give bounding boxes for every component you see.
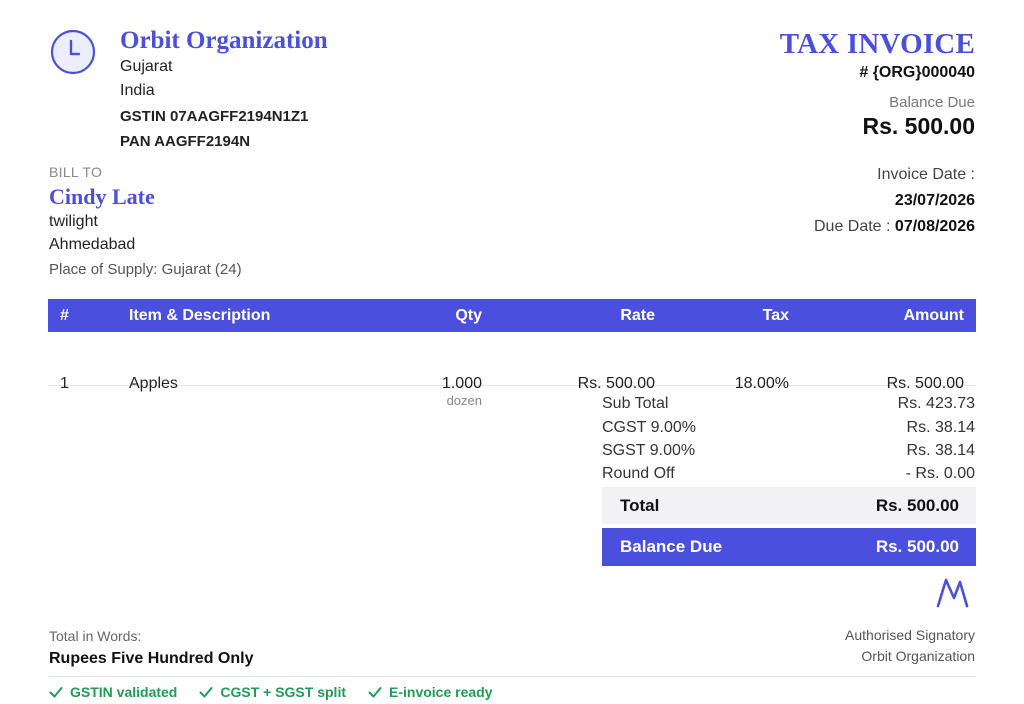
col-item: Item & Description bbox=[129, 307, 271, 324]
checkmark-icon bbox=[368, 687, 382, 698]
check-gst-split: CGST + SGST split bbox=[199, 684, 346, 700]
org-pan: PAN AAGFF2194N bbox=[120, 133, 251, 150]
subtotal-label: Sub Total bbox=[602, 395, 669, 412]
sgst-label: SGST 9.00% bbox=[602, 442, 696, 459]
clock-icon bbox=[50, 29, 96, 75]
place-of-supply: Place of Supply: Gujarat (24) bbox=[49, 261, 242, 278]
row-amount: Rs. 500.00 bbox=[886, 375, 964, 392]
total-in-words-label: Total in Words: bbox=[49, 628, 142, 644]
customer-line2: Ahmedabad bbox=[49, 236, 136, 253]
due-date-line: Due Date : 07/08/2026 bbox=[814, 218, 975, 236]
col-rate: Rate bbox=[620, 307, 655, 324]
row-tax: 18.00% bbox=[734, 375, 789, 392]
invoice-title: TAX INVOICE bbox=[779, 28, 975, 60]
col-num: # bbox=[60, 307, 69, 324]
invoice-date-label: Invoice Date : bbox=[877, 166, 975, 183]
row-unit: dozen bbox=[446, 393, 482, 408]
row-qty: 1.000 bbox=[441, 375, 482, 392]
org-country: India bbox=[120, 82, 155, 99]
roundoff-value: - Rs. 0.00 bbox=[905, 465, 975, 482]
sgst-value: Rs. 38.14 bbox=[906, 442, 975, 459]
total-row: Total Rs. 500.00 bbox=[602, 487, 976, 524]
row-num: 1 bbox=[60, 375, 69, 392]
checkmark-icon bbox=[199, 687, 213, 698]
check-label: GSTIN validated bbox=[70, 684, 178, 700]
row-rate: Rs. 500.00 bbox=[577, 375, 655, 392]
signature-icon bbox=[936, 578, 969, 608]
balance-due-label: Balance Due bbox=[889, 94, 975, 111]
org-name: Orbit Organization bbox=[120, 27, 328, 54]
signatory-org: Orbit Organization bbox=[861, 648, 975, 664]
col-amount: Amount bbox=[903, 307, 964, 324]
check-einvoice: E-invoice ready bbox=[368, 684, 493, 700]
total-label: Total bbox=[620, 496, 660, 515]
footer-divider bbox=[49, 676, 976, 677]
invoice-number: # {ORG}000040 bbox=[859, 64, 975, 81]
table-row: 1 Apples 1.000 dozen Rs. 500.00 18.00% R… bbox=[48, 332, 976, 408]
col-tax: Tax bbox=[762, 307, 789, 324]
check-gstin: GSTIN validated bbox=[49, 684, 177, 700]
check-label: E-invoice ready bbox=[389, 684, 493, 700]
row-item: Apples bbox=[129, 375, 178, 392]
customer-name: Cindy Late bbox=[49, 184, 155, 209]
roundoff-label: Round Off bbox=[602, 465, 675, 482]
invoice-date: 23/07/2026 bbox=[894, 192, 975, 209]
due-date-label: Due Date : bbox=[813, 218, 895, 235]
validation-checks: GSTIN validated CGST + SGST split E-invo… bbox=[49, 684, 493, 700]
customer-line1: twilight bbox=[49, 213, 98, 230]
cgst-value: Rs. 38.14 bbox=[906, 419, 975, 436]
balance-due-row-value: Rs. 500.00 bbox=[875, 537, 959, 556]
balance-due-row: Balance Due Rs. 500.00 bbox=[602, 528, 976, 566]
table-header: # Item & Description Qty Rate Tax Amount bbox=[48, 299, 976, 332]
authorised-signatory: Authorised Signatory bbox=[845, 627, 975, 643]
total-value: Rs. 500.00 bbox=[875, 496, 959, 515]
due-date: 07/08/2026 bbox=[894, 218, 975, 235]
subtotal-value: Rs. 423.73 bbox=[897, 395, 975, 412]
balance-due-row-label: Balance Due bbox=[620, 537, 723, 556]
org-state: Gujarat bbox=[120, 58, 173, 75]
items-table: # Item & Description Qty Rate Tax Amount… bbox=[48, 299, 976, 408]
balance-due-amount: Rs. 500.00 bbox=[862, 113, 975, 139]
total-in-words: Rupees Five Hundred Only bbox=[49, 650, 254, 667]
col-qty: Qty bbox=[455, 307, 482, 324]
org-gstin: GSTIN 07AAGFF2194N1Z1 bbox=[120, 108, 309, 125]
check-label: CGST + SGST split bbox=[220, 684, 346, 700]
cgst-label: CGST 9.00% bbox=[602, 419, 696, 436]
bill-to-label: BILL TO bbox=[49, 164, 103, 180]
checkmark-icon bbox=[49, 687, 63, 698]
